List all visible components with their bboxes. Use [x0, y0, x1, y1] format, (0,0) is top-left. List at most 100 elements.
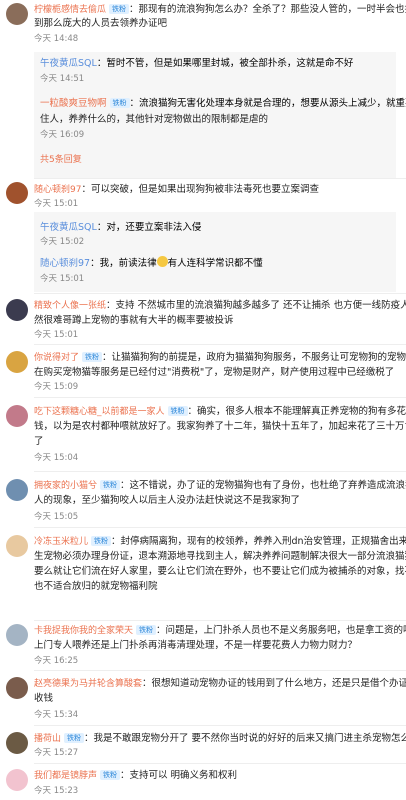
username[interactable]: 吃下这颗糖心糖_以前都是一家人	[34, 407, 165, 417]
comment-item: 精致个人像一张纸：支持 不然城市里的流浪猫狗越多越多了 还不让捕杀 也方便一线防…	[0, 296, 406, 343]
reply-item: 一粒酸爽豆物啊 铁粉 ：流浪猫狗无害化处理本身就是合理的，想要从源头上减少，就重要是…	[40, 96, 406, 111]
more-replies-link[interactable]: 共5条回复	[40, 152, 82, 165]
timestamp: 今天 15:04	[34, 453, 79, 463]
fan-badge: 铁粉	[100, 770, 121, 780]
comment-item: 随心顿刹97：可以突破，但是如果出现狗狗被非法毒死也要立案调查 今天 15:01…	[0, 180, 406, 293]
comment-header: 柠檬栀感情去偷瓜 铁粉 ：那现有的流浪狗狗怎么办？全杀了？那些没人管的，一时半会也找…	[34, 3, 406, 17]
timestamp: 今天 16:25	[34, 656, 79, 666]
emoji-icon	[156, 256, 168, 267]
comment-text: ：我是不敢跟宠物分开了 要不然你当时说的好好的后来又搞门进主杀宠物怎么办	[84, 733, 406, 744]
comment-header: 卡我捉我你我的全家荣天铁粉：问题是，上门扑杀人员也不是义务服务吧，也是拿工资的吧…	[34, 624, 406, 638]
timestamp: 今天 15:01	[40, 274, 85, 284]
comment-item: 冷冻玉米粒儿 铁粉 ：封停病隔离狗，现有的校领养，养养入刑dn治安管理，正规猫舍出来…	[0, 532, 406, 620]
comment-item: 我们都是镜脖声 铁粉 ：支持可以 明确义务和权利 今天 15:23	[0, 766, 406, 800]
comment-header: 精致个人像一张纸：支持 不然城市里的流浪猫狗越多越多了 还不让捕杀 也方便一线防…	[34, 299, 406, 313]
comment-item: 卡我捉我你我的全家荣天铁粉：问题是，上门扑杀人员也不是义务服务吧，也是拿工资的吧…	[0, 621, 406, 669]
username[interactable]: 赵亮德果为马并轮含算酸套	[34, 679, 142, 689]
fan-badge: 铁粉	[100, 480, 121, 490]
username[interactable]: 你说得对了	[34, 353, 79, 363]
username[interactable]: 播荷山	[34, 734, 61, 744]
timestamp: 今天 14:51	[40, 74, 85, 84]
comment-text: ：支持可以 明确义务和权利	[120, 770, 238, 781]
username[interactable]: 我们都是镜脖声	[34, 771, 97, 781]
comment-text: 然很难哥蹲上宠物的事就有大半的概率要被投诉	[34, 315, 234, 326]
comment-text: 上门专人喂养还是上门扑杀再消毒清理处理，不是一样要花费人力物力财力？	[34, 640, 358, 651]
comment-text: ：那现有的流浪狗狗怎么办？全杀了？那些没人管的，一时半会也找不	[129, 4, 406, 15]
timestamp: 今天 15:09	[34, 382, 79, 392]
comment-text: ：很想知道动宠物办证的钱用到了什么地方，还是只是借个办证的名目	[142, 678, 406, 689]
reply-text: ：流浪猫狗无害化处理本身就是合理的，想要从源头上减少，就重要是抓	[129, 98, 406, 109]
timestamp: 今天 15:01	[34, 330, 79, 340]
comment-text: ：封停病隔离狗，现有的校领养，养养入刑dn治安管理，正规猫舍出来的或者	[111, 536, 406, 547]
reply-username[interactable]: 午夜黄瓜SQL	[40, 58, 97, 69]
comment-header: 拥夜家的小猫兮 铁粉 ：这不错说，办了证的宠物猫狗也有了身份，也杜绝了弃养造成流浪猫…	[34, 479, 406, 493]
comment-text: ：确实，很多人根本不能理解真正养宠物的狗有多花	[187, 406, 406, 417]
comment-header: 赵亮德果为马并轮含算酸套：很想知道动宠物办证的钱用到了什么地方，还是只是借个办证…	[34, 677, 406, 691]
divider	[34, 293, 406, 294]
username[interactable]: 随心顿刹97	[34, 185, 81, 195]
comment-text: ：让猫猫狗狗的前提是，政府为猫猫狗狗服务，不服务让可宠物狗的宠物主人	[102, 352, 406, 363]
comment-text: ：可以突破，但是如果出现狗狗被非法毒死也要立案调查	[81, 184, 319, 195]
avatar[interactable]	[6, 405, 28, 427]
reply-item: 随心顿刹97：我，前读法律 有人连科学常识都不懂	[40, 256, 263, 271]
divider	[34, 397, 406, 398]
comment-text: 要么就让它们流在好人家里，要么让它们流在野外，也不要让它们成为被捕杀的对象，找不…	[34, 566, 406, 577]
timestamp: 今天 15:02	[40, 237, 85, 247]
avatar[interactable]	[6, 351, 28, 373]
username[interactable]: 柠檬栀感情去偷瓜	[34, 5, 106, 15]
avatar[interactable]	[6, 624, 28, 646]
timestamp: 今天 15:34	[34, 710, 79, 720]
comment-text: 人的现象，至少猫狗咬人以后主人没办法赶快说这不是我家狗了	[34, 495, 301, 506]
comment-text: 钱，以为是农村都种喂就放好了。我家狗养了十二年，猫快十五年了，加起来花了三十万肯…	[34, 421, 406, 432]
comment-item: 吃下这颗糖心糖_以前都是一家人 铁粉 ：确实，很多人根本不能理解真正养宠物的狗有多花…	[0, 402, 406, 470]
fan-badge: 铁粉	[91, 536, 112, 546]
reply-text: ：我，前读法律	[90, 258, 157, 269]
comment-header: 随心顿刹97：可以突破，但是如果出现狗狗被非法毒死也要立案调查	[34, 183, 319, 197]
comment-header: 吃下这颗糖心糖_以前都是一家人 铁粉 ：确实，很多人根本不能理解真正养宠物的狗有多花	[34, 405, 406, 419]
timestamp: 今天 16:09	[40, 130, 85, 140]
divider	[34, 763, 406, 764]
comment-text: ：这不错说，办了证的宠物猫狗也有了身份，也杜绝了弃养造成流浪猫狗伤	[120, 480, 406, 491]
comment-header: 你说得对了 铁粉 ：让猫猫狗狗的前提是，政府为猫猫狗狗服务，不服务让可宠物狗的宠物主…	[34, 351, 406, 365]
comment-item: 柠檬栀感情去偷瓜 铁粉 ：那现有的流浪狗狗怎么办？全杀了？那些没人管的，一时半会也找…	[0, 0, 406, 180]
divider	[34, 471, 406, 472]
comment-item: 赵亮德果为马并轮含算酸套：很想知道动宠物办证的钱用到了什么地方，还是只是借个办证…	[0, 674, 406, 724]
comment-text: ：问题是，上门扑杀人员也不是义务服务吧，也是拿工资的吧，不管是和	[156, 625, 406, 636]
reply-text: ：暂时不管，但是如果哪里封城，被全部扑杀，这就是命不好	[96, 58, 354, 69]
comment-item: 拥夜家的小猫兮 铁粉 ：这不错说，办了证的宠物猫狗也有了身份，也杜绝了弃养造成流浪猫…	[0, 476, 406, 526]
divider	[34, 725, 406, 726]
username[interactable]: 拥夜家的小猫兮	[34, 481, 97, 491]
username[interactable]: 冷冻玉米粒儿	[34, 537, 88, 547]
fan-badge: 铁粉	[64, 733, 85, 743]
timestamp: 今天 15:05	[34, 512, 79, 522]
avatar[interactable]	[6, 182, 28, 204]
reply-username[interactable]: 随心顿刹97	[40, 258, 90, 269]
divider	[34, 527, 406, 528]
divider	[34, 670, 406, 671]
comment-text: 到那么庞大的人员去领养办证吧	[34, 18, 168, 29]
reply-text: 住人，养养什么的，其他针对宠物做出的限制都是虐的	[40, 114, 269, 125]
fan-badge: 铁粉	[109, 4, 130, 14]
reply-item: 午夜黄瓜SQL：对，还要立案非法入侵	[40, 220, 201, 235]
comment-header: 我们都是镜脖声 铁粉 ：支持可以 明确义务和权利	[34, 769, 237, 783]
comment-text: 了	[34, 436, 44, 447]
avatar[interactable]	[6, 732, 28, 754]
timestamp: 今天 15:01	[34, 199, 79, 209]
avatar[interactable]	[6, 535, 28, 557]
reply-item: 午夜黄瓜SQL：暂时不管，但是如果哪里封城，被全部扑杀，这就是命不好	[40, 56, 353, 71]
avatar[interactable]	[6, 299, 28, 321]
avatar[interactable]	[6, 479, 28, 501]
comment-text: 在购买宠物猫等服务是已经付过"消费税"了，宠物是财产，财产使用过程中已经缴税了	[34, 367, 395, 378]
username[interactable]: 卡我捉我你我的全家荣天	[34, 626, 133, 636]
avatar[interactable]	[6, 677, 28, 699]
fan-badge: 铁粉	[167, 406, 188, 416]
username[interactable]: 精致个人像一张纸	[34, 301, 106, 311]
comment-text: 生宠物必须办理身份证，退本溯源地寻找到主人，解决养养问题制解决很大一部分流浪猫狗…	[34, 551, 406, 562]
comment-text: ：支持 不然城市里的流浪猫狗越多越多了 还不让捕杀 也方便一线防疫人员 不	[106, 300, 406, 311]
avatar[interactable]	[6, 769, 28, 791]
comment-feed: 柠檬栀感情去偷瓜 铁粉 ：那现有的流浪狗狗怎么办？全杀了？那些没人管的，一时半会也找…	[0, 0, 406, 800]
reply-username[interactable]: 一粒酸爽豆物啊	[40, 98, 107, 109]
reply-username[interactable]: 午夜黄瓜SQL	[40, 222, 97, 233]
avatar[interactable]	[6, 3, 28, 25]
timestamp: 今天 15:23	[34, 786, 79, 796]
